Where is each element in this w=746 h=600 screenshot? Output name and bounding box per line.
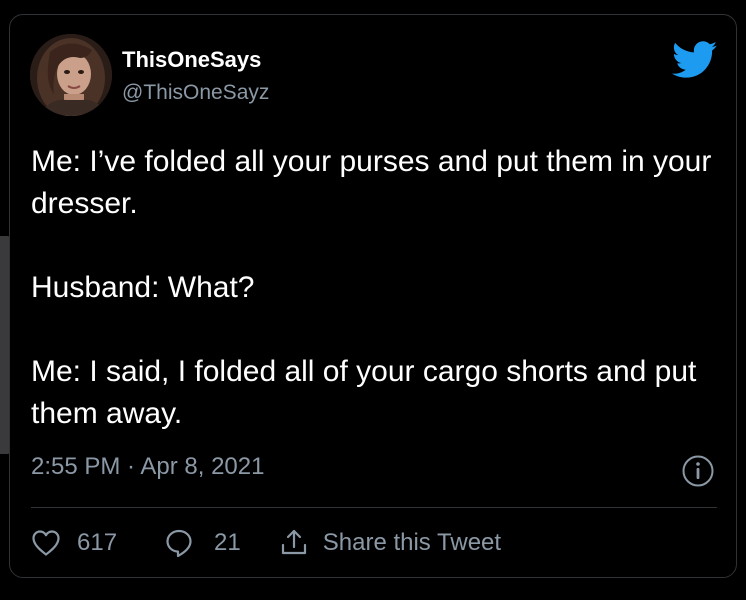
share-tweet-button[interactable]: Share this Tweet (279, 528, 501, 558)
heart-icon (32, 530, 60, 556)
share-icon (281, 529, 306, 555)
tweet-card: ThisOneSays @ThisOneSayz Me: I’ve folded… (9, 14, 737, 578)
tweet-actions: 617 21 Share this Tweet (31, 523, 501, 563)
reply-button[interactable]: 21 (164, 528, 241, 558)
like-button[interactable]: 617 (31, 529, 117, 557)
reply-count: 21 (214, 529, 241, 556)
user-handle[interactable]: @ThisOneSayz (122, 81, 269, 105)
avatar[interactable] (30, 34, 112, 116)
like-count: 617 (77, 529, 118, 556)
twitter-bird-icon[interactable] (672, 41, 718, 79)
share-label: Share this Tweet (322, 529, 502, 556)
divider (31, 507, 717, 508)
avatar-image (30, 34, 112, 116)
tweet-text: Me: I’ve folded all your purses and put … (31, 141, 721, 435)
display-name[interactable]: ThisOneSays (122, 47, 261, 73)
tweet-paragraph: Me: I said, I folded all of your cargo s… (31, 355, 697, 430)
tweet-timestamp[interactable]: 2:55 PM · Apr 8, 2021 (31, 453, 264, 481)
tweet-paragraph: Husband: What? (31, 271, 255, 304)
tweet-paragraph: Me: I’ve folded all your purses and put … (31, 145, 712, 220)
info-icon[interactable] (681, 454, 715, 488)
reply-bubble-icon (166, 529, 192, 558)
